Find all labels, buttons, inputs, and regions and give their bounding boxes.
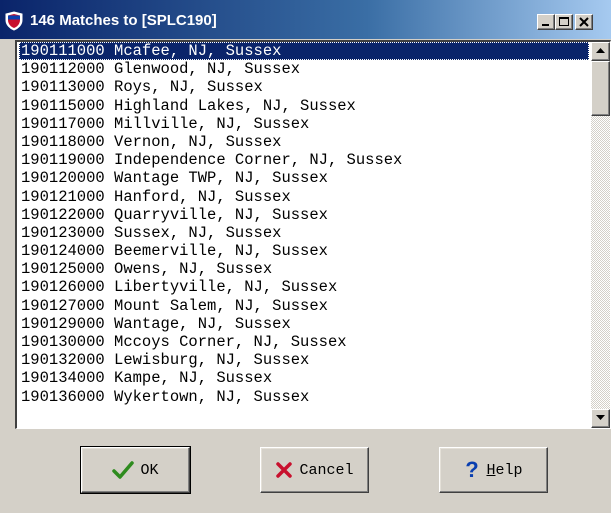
- list-item[interactable]: 190123000 Sussex, NJ, Sussex: [19, 224, 589, 242]
- help-button[interactable]: ? Help: [439, 447, 548, 493]
- shield-icon: [4, 11, 24, 31]
- list-item[interactable]: 190130000 Mccoys Corner, NJ, Sussex: [19, 333, 589, 351]
- arrow-up-icon: [596, 48, 605, 53]
- list-rows: 190111000 Mcafee, NJ, Sussex 190112000 Gl…: [19, 42, 589, 427]
- list-item[interactable]: 190120000 Wantage TWP, NJ, Sussex: [19, 169, 589, 187]
- list-item[interactable]: 190136000 Wykertown, NJ, Sussex: [19, 388, 589, 406]
- list-item[interactable]: 190115000 Highland Lakes, NJ, Sussex: [19, 97, 589, 115]
- help-label-rest: elp: [495, 461, 523, 479]
- scroll-up-button[interactable]: [591, 42, 610, 61]
- vertical-scrollbar[interactable]: [591, 42, 610, 428]
- list-item[interactable]: 190121000 Hanford, NJ, Sussex: [19, 188, 589, 206]
- cancel-button[interactable]: Cancel: [260, 447, 369, 493]
- list-item[interactable]: 190118000 Vernon, NJ, Sussex: [19, 133, 589, 151]
- scroll-down-button[interactable]: [591, 409, 610, 428]
- minimize-button[interactable]: [537, 14, 555, 30]
- x-mark-icon: [275, 461, 293, 479]
- list-item[interactable]: 190113000 Roys, NJ, Sussex: [19, 78, 589, 96]
- list-item[interactable]: 190134000 Kampe, NJ, Sussex: [19, 369, 589, 387]
- list-item[interactable]: 190126000 Libertyville, NJ, Sussex: [19, 278, 589, 296]
- ok-label: OK: [140, 461, 159, 479]
- list-item[interactable]: 190132000 Lewisburg, NJ, Sussex: [19, 351, 589, 369]
- svg-text:?: ?: [466, 459, 479, 481]
- list-item[interactable]: 190127000 Mount Salem, NJ, Sussex: [19, 297, 589, 315]
- minimize-icon: [542, 24, 549, 26]
- title-bar[interactable]: 146 Matches to [SPLC190]: [0, 0, 611, 39]
- question-mark-icon: ?: [464, 459, 480, 481]
- list-item[interactable]: 190125000 Owens, NJ, Sussex: [19, 260, 589, 278]
- list-item[interactable]: 190122000 Quarryville, NJ, Sussex: [19, 206, 589, 224]
- scrollbar-thumb[interactable]: [591, 61, 610, 116]
- list-item[interactable]: 190117000 Millville, NJ, Sussex: [19, 115, 589, 133]
- maximize-icon: [559, 17, 569, 26]
- arrow-down-icon: [596, 415, 605, 420]
- list-item[interactable]: 190129000 Wantage, NJ, Sussex: [19, 315, 589, 333]
- list-item[interactable]: 190111000 Mcafee, NJ, Sussex: [19, 42, 589, 61]
- list-item[interactable]: 190112000 Glenwood, NJ, Sussex: [19, 60, 589, 78]
- help-accelerator: H: [486, 461, 496, 479]
- help-label: Help: [486, 462, 522, 479]
- cancel-label: Cancel: [299, 461, 354, 479]
- checkmark-icon: [112, 461, 135, 479]
- maximize-button[interactable]: [555, 14, 573, 30]
- close-icon: [579, 17, 589, 27]
- list-item[interactable]: 190119000 Independence Corner, NJ, Susse…: [19, 151, 589, 169]
- ok-button[interactable]: OK: [80, 446, 191, 494]
- list-item[interactable]: 190124000 Beemerville, NJ, Sussex: [19, 242, 589, 260]
- matches-dialog: 146 Matches to [SPLC190] 190111000 Mcafe…: [0, 0, 611, 513]
- close-button[interactable]: [575, 14, 593, 30]
- window-title: 146 Matches to [SPLC190]: [30, 12, 217, 29]
- matches-listbox[interactable]: 190111000 Mcafee, NJ, Sussex 190112000 Gl…: [15, 40, 611, 429]
